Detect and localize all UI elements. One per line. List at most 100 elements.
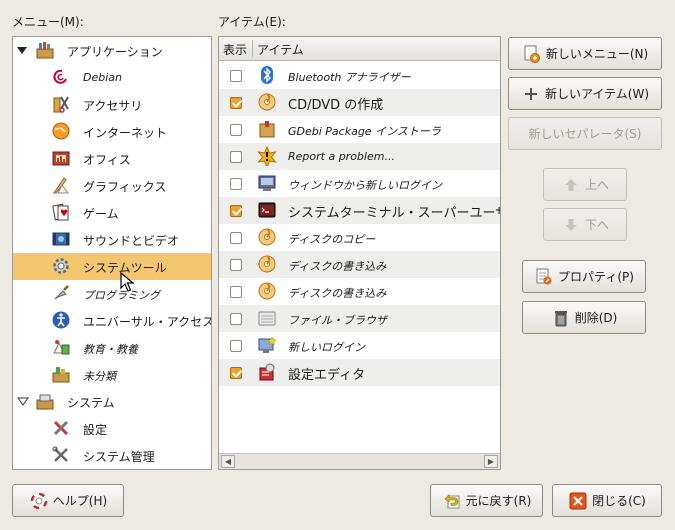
new-separator-label: 新しいセパレータ(S) — [528, 127, 642, 141]
column-header-item[interactable]: アイテム — [257, 41, 304, 58]
move-down-button[interactable]: 下へ — [543, 208, 627, 241]
list-item[interactable]: Report a problem... — [219, 143, 500, 170]
show-checkbox[interactable] — [230, 286, 242, 298]
down-arrow-icon — [561, 215, 581, 235]
new-separator-button[interactable]: 新しいセパレータ(S) — [508, 117, 662, 150]
new-menu-button[interactable]: 新しいメニュー(N) — [508, 37, 662, 70]
show-checkbox[interactable] — [230, 124, 242, 136]
tree-item-label: アクセサリ — [83, 99, 143, 113]
expander-arrow-icon[interactable] — [17, 397, 29, 407]
revert-label: 元に戻す(R) — [465, 494, 532, 508]
show-checkbox[interactable] — [230, 340, 242, 352]
tree-item[interactable]: システムツール — [13, 253, 211, 280]
list-item[interactable]: CD/DVD の作成 — [219, 89, 500, 116]
list-header: 表示 アイテム — [219, 37, 500, 61]
nested-login-icon — [257, 173, 277, 193]
tree-item[interactable]: ♥ ゲーム — [13, 199, 211, 226]
scroll-right-icon[interactable]: ▶ — [484, 455, 498, 468]
sound-video-icon — [51, 229, 71, 249]
close-button[interactable]: 閉じる(C) — [552, 484, 662, 517]
tree-item[interactable]: インターネット — [13, 118, 211, 145]
tree-item[interactable]: アクセサリ — [13, 91, 211, 118]
list-item[interactable]: ディスクの書き込み — [219, 251, 500, 278]
package-installer-icon — [257, 119, 277, 139]
list-item[interactable]: GDebi Package インストーラ — [219, 116, 500, 143]
menu-tree[interactable]: アプリケーション Debian アクセサリインターネット オフィスグラフィックス ♥ ゲー… — [12, 36, 212, 470]
show-checkbox[interactable] — [230, 313, 242, 325]
list-item-label: ファイル・ブラウザ — [288, 314, 387, 327]
new-item-button[interactable]: 新しいアイテム(W) — [508, 77, 662, 110]
tree-item[interactable]: 未分類 — [13, 361, 211, 388]
tree-item[interactable]: グラフィックス — [13, 172, 211, 199]
disc-write-icon — [257, 281, 277, 301]
show-checkbox[interactable] — [230, 178, 242, 190]
tree-item[interactable]: オフィス — [13, 145, 211, 172]
preferences-icon — [51, 418, 71, 438]
plus-icon — [521, 84, 541, 104]
internet-globe-icon — [51, 121, 71, 141]
list-item-label: 新しいログイン — [288, 341, 365, 354]
revert-button[interactable]: 元に戻す(R) — [430, 484, 543, 517]
tree-item[interactable]: プログラミング — [13, 280, 211, 307]
horizontal-scrollbar[interactable]: ◀ ▶ — [219, 453, 500, 469]
list-item[interactable]: 新しいログイン — [219, 332, 500, 359]
show-checkbox[interactable] — [230, 367, 242, 379]
tree-item-label: サウンドとビデオ — [83, 234, 180, 248]
list-item-label: CD/DVD の作成 — [288, 98, 384, 113]
list-item-label: 設定エディタ — [288, 368, 366, 383]
show-checkbox[interactable] — [230, 232, 242, 244]
revert-icon — [442, 491, 462, 511]
tree-item[interactable]: システム — [13, 388, 211, 415]
tree-item[interactable]: アプリケーション — [13, 37, 211, 64]
column-separator — [252, 40, 253, 57]
expander-arrow-icon[interactable] — [17, 47, 27, 54]
list-item[interactable]: ディスクのコピー — [219, 224, 500, 251]
new-item-label: 新しいアイテム(W) — [544, 87, 650, 101]
show-checkbox[interactable] — [230, 70, 242, 82]
tree-item[interactable]: Debian — [13, 64, 211, 91]
delete-button[interactable]: 削除(D) — [522, 301, 646, 334]
debian-swirl-icon — [51, 67, 71, 87]
show-checkbox[interactable] — [230, 151, 242, 163]
items-list[interactable]: 表示 アイテム Bluetooth アナライザー CD/DVD の作成 GDebi … — [218, 36, 501, 470]
menu-tree-label: メニュー(M): — [12, 15, 84, 29]
tree-item-label: オフィス — [83, 153, 131, 167]
show-checkbox[interactable] — [230, 97, 242, 109]
tree-item-label: インターネット — [83, 126, 168, 140]
tree-item-label: 教育・教養 — [83, 343, 138, 356]
trash-icon — [551, 308, 571, 328]
disc-write-icon — [257, 254, 277, 274]
properties-button[interactable]: プロパティ(P) — [522, 260, 646, 293]
list-item[interactable]: ファイル・ブラウザ — [219, 305, 500, 332]
list-item[interactable]: ウィンドウから新しいログイン — [219, 170, 500, 197]
tree-item-label: グラフィックス — [83, 180, 167, 194]
help-button[interactable]: ヘルプ(H) — [12, 484, 124, 517]
tree-item-label: Debian — [83, 71, 122, 84]
column-header-show[interactable]: 表示 — [223, 41, 247, 58]
show-checkbox[interactable] — [230, 259, 242, 271]
list-item[interactable]: 設定エディタ — [219, 359, 500, 386]
move-up-button[interactable]: 上へ — [543, 168, 627, 201]
up-arrow-icon — [561, 175, 581, 195]
tree-item-label: ユニバーサル・アクセス — [83, 315, 212, 329]
file-browser-icon — [257, 308, 277, 328]
programming-trowel-icon — [51, 283, 71, 303]
list-item-label: Bluetooth アナライザー — [288, 71, 411, 84]
svg-text:♥: ♥ — [60, 209, 68, 219]
tree-item[interactable]: 設定 — [13, 415, 211, 442]
tree-item-label: アプリケーション — [67, 45, 163, 59]
delete-label: 削除(D) — [574, 311, 618, 325]
tree-item-label: 未分類 — [83, 370, 116, 383]
scroll-left-icon[interactable]: ◀ — [221, 455, 235, 468]
tree-item-label: ゲーム — [83, 207, 119, 221]
list-item[interactable]: ディスクの書き込み — [219, 278, 500, 305]
list-item-label: ディスクの書き込み — [288, 260, 387, 273]
list-item[interactable]: Bluetooth アナライザー — [219, 62, 500, 89]
show-checkbox[interactable] — [230, 205, 242, 217]
tree-item[interactable]: ユニバーサル・アクセス — [13, 307, 211, 334]
tree-item[interactable]: サウンドとビデオ — [13, 226, 211, 253]
list-item[interactable]: システムターミナル・スーパーユーザ — [219, 197, 500, 224]
move-up-label: 上へ — [584, 178, 609, 192]
tree-item[interactable]: システム管理 — [13, 442, 211, 469]
tree-item[interactable]: 教育・教養 — [13, 334, 211, 361]
